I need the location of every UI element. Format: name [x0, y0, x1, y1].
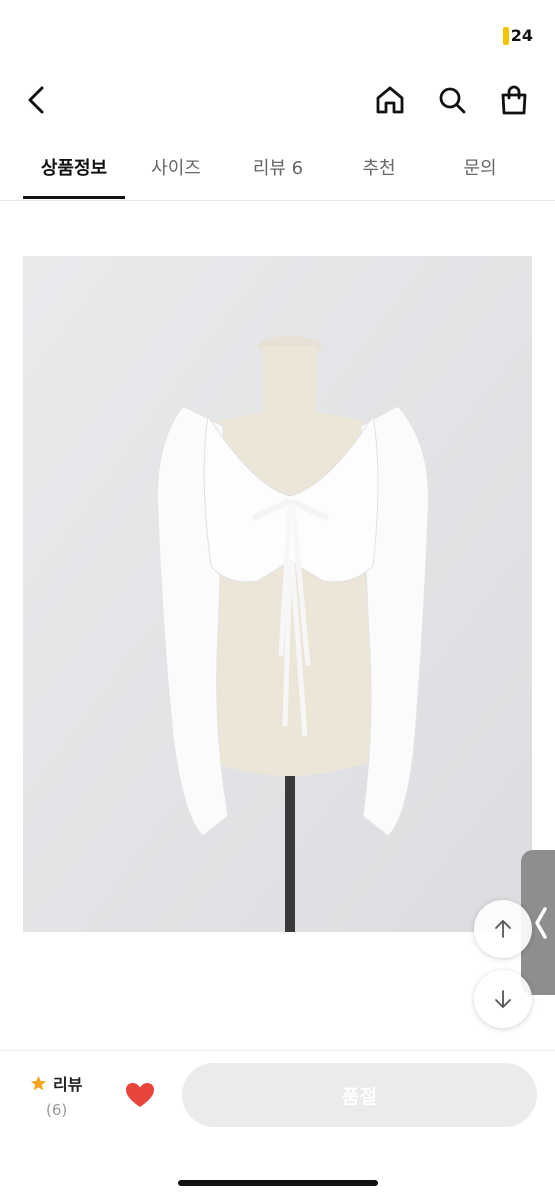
top-nav	[0, 70, 555, 130]
shopping-bag-icon	[501, 85, 527, 115]
chevron-left-icon	[28, 86, 44, 114]
arrow-up-icon	[495, 919, 511, 938]
scroll-bottom-button[interactable]	[474, 970, 532, 1028]
chevron-left-icon	[535, 906, 547, 939]
product-image	[23, 256, 532, 932]
search-icon	[439, 87, 466, 114]
home-indicator	[178, 1180, 378, 1186]
arrow-down-icon	[495, 990, 511, 1009]
tab-product-info[interactable]: 상품정보	[23, 140, 125, 198]
tab-size[interactable]: 사이즈	[125, 140, 227, 198]
purchase-bar: 리뷰 (6) 품절	[0, 1050, 555, 1201]
sold-out-button[interactable]: 품절	[182, 1063, 537, 1127]
back-button[interactable]	[18, 80, 58, 120]
heart-icon	[126, 1083, 154, 1107]
star-icon	[30, 1075, 47, 1090]
home-button[interactable]	[370, 80, 410, 120]
product-photo-illustration	[23, 256, 532, 932]
scroll-top-button[interactable]	[474, 900, 532, 958]
cart-button[interactable]	[494, 80, 534, 120]
review-count: (6)	[46, 1101, 68, 1119]
tab-inquiry[interactable]: 문의	[429, 140, 531, 198]
home-icon	[376, 86, 404, 114]
tab-recommend[interactable]: 추천	[329, 140, 429, 198]
active-tab-indicator	[23, 196, 125, 199]
battery-icon	[502, 26, 509, 45]
like-button[interactable]	[124, 1079, 156, 1111]
battery-indicator: 24	[502, 26, 533, 45]
status-bar: 24	[0, 0, 555, 60]
search-button[interactable]	[432, 80, 472, 120]
review-label: 리뷰	[53, 1075, 83, 1094]
tab-reviews[interactable]: 리뷰 6	[227, 140, 329, 198]
review-summary[interactable]: 리뷰 (6)	[30, 1071, 100, 1119]
product-tabs: 상품정보 사이즈 리뷰 6 추천 문의	[0, 140, 555, 201]
battery-level: 24	[510, 26, 533, 45]
